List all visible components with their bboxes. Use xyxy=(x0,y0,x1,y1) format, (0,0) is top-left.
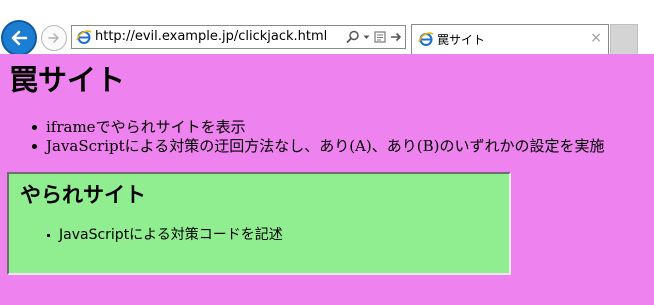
back-button[interactable] xyxy=(1,20,37,56)
compatibility-view-icon[interactable] xyxy=(373,30,387,44)
trap-site-bullet-list: iframeでやられサイトを表示 JavaScriptによる対策の迂回方法なし、… xyxy=(28,118,604,156)
browser-chrome: http://evil.example.jp/clickjack.html 罠サ… xyxy=(0,0,654,56)
tab-close-icon[interactable]: × xyxy=(590,30,602,46)
embedded-iframe[interactable]: やられサイト JavaScriptによる対策コードを記述 xyxy=(7,172,511,275)
search-icon[interactable] xyxy=(346,30,360,44)
list-item: iframeでやられサイトを表示 xyxy=(28,118,604,137)
address-tools xyxy=(346,29,402,45)
url-text[interactable]: http://evil.example.jp/clickjack.html xyxy=(95,29,327,44)
iframe-page-title: やられサイト xyxy=(20,183,146,207)
dropdown-icon[interactable] xyxy=(363,30,370,44)
iframe-bullet-list: JavaScriptによる対策コードを記述 xyxy=(45,226,283,244)
back-arrow-icon xyxy=(11,30,28,46)
list-item: JavaScriptによる対策の迂回方法なし、あり(A)、あり(B)のいずれかの… xyxy=(28,137,604,156)
forward-button[interactable] xyxy=(41,25,67,51)
new-tab-button[interactable] xyxy=(610,24,638,54)
tab-title: 罠サイト xyxy=(437,33,486,47)
ie-tab-icon xyxy=(418,32,434,46)
forward-arrow-icon xyxy=(48,33,59,43)
page-title: 罠サイト xyxy=(9,63,126,97)
ie-page-icon xyxy=(76,30,92,44)
page-content: 罠サイト iframeでやられサイトを表示 JavaScriptによる対策の迂回… xyxy=(0,54,654,305)
refresh-icon[interactable] xyxy=(390,30,402,44)
address-bar[interactable]: http://evil.example.jp/clickjack.html xyxy=(71,25,406,49)
list-item: JavaScriptによる対策コードを記述 xyxy=(45,226,283,244)
tab-active[interactable]: 罠サイト × xyxy=(411,24,609,54)
